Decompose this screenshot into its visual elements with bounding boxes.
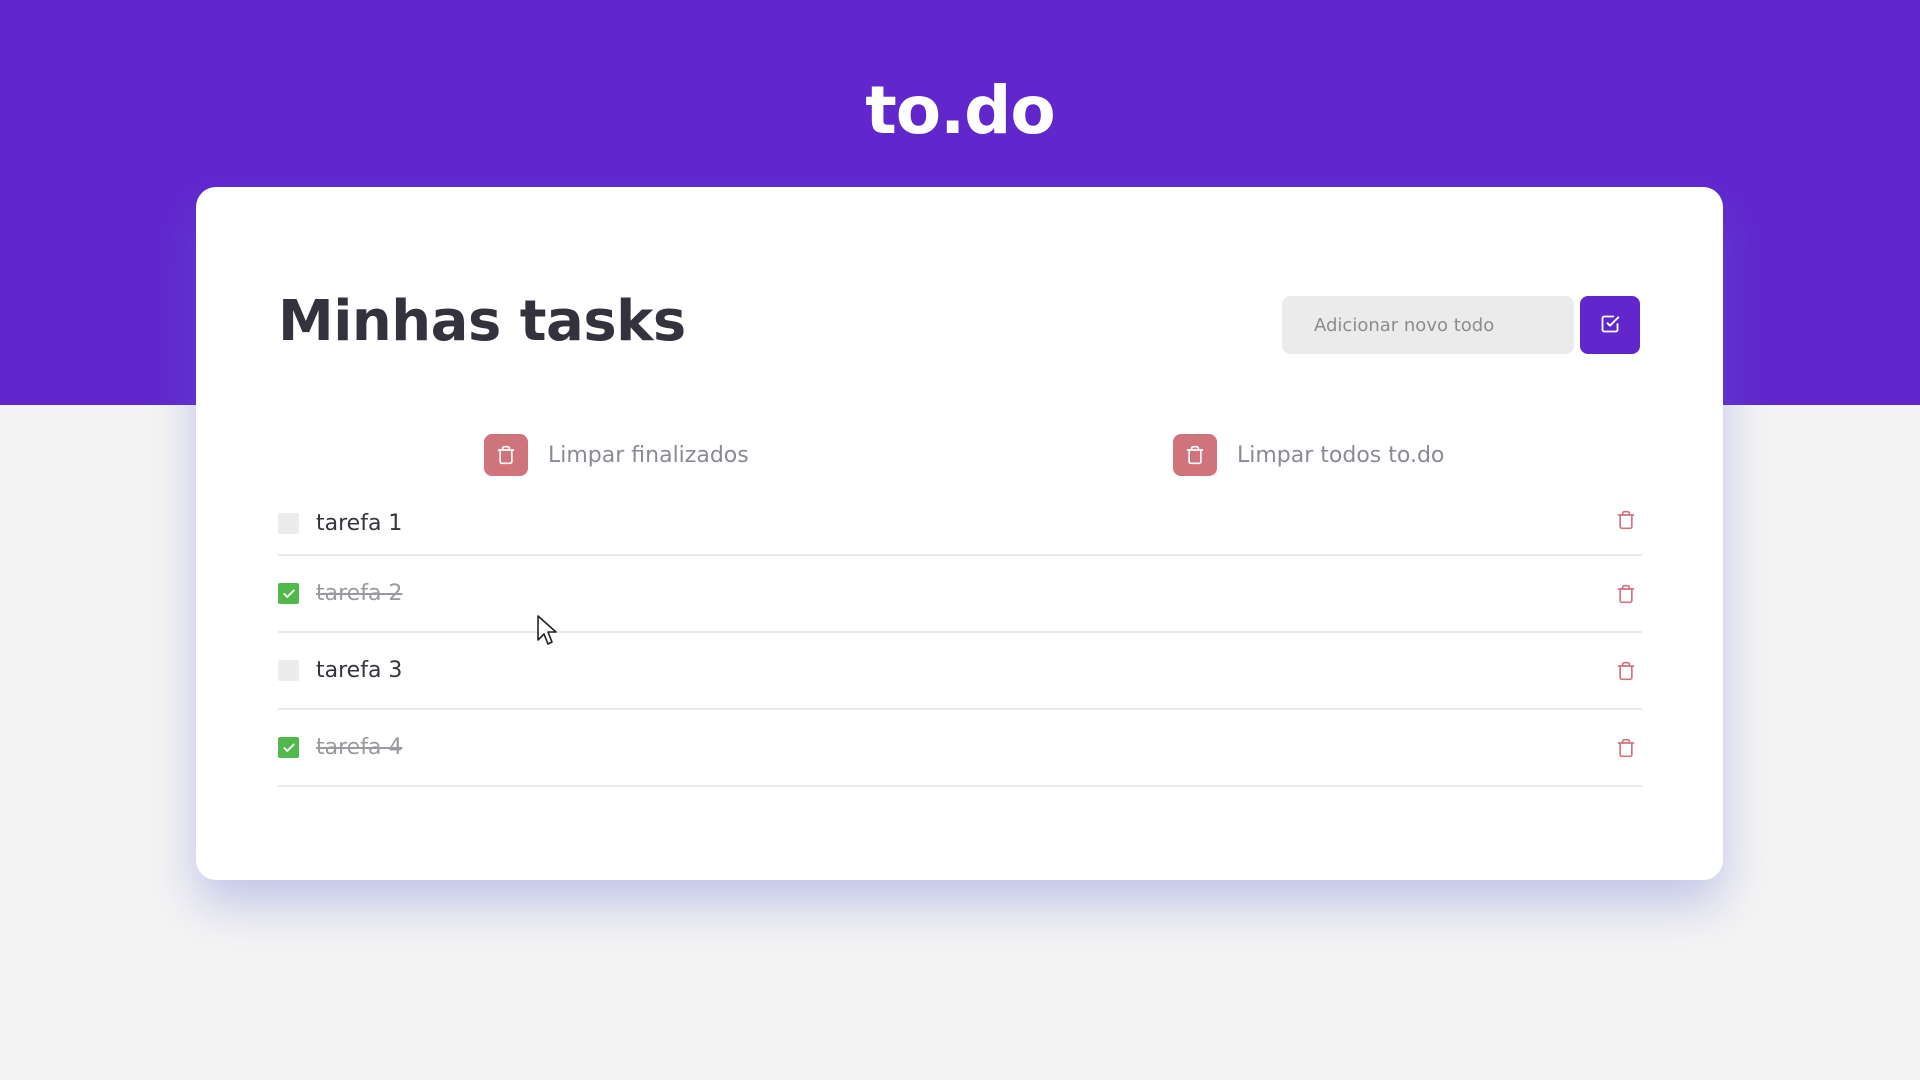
task-item: tarefa 1 <box>278 493 1642 556</box>
task-list: tarefa 1 tarefa 2 tarefa 3 tarefa 4 <box>278 493 1642 787</box>
add-todo-button[interactable] <box>1580 296 1640 354</box>
task-item: tarefa 4 <box>278 710 1642 787</box>
trash-icon <box>1617 661 1635 680</box>
mouse-cursor-icon <box>536 614 558 650</box>
clear-finished-button[interactable]: Limpar finalizados <box>484 434 749 476</box>
trash-icon <box>1617 584 1635 603</box>
app-page: to.do Minhas tasks Limpar fi <box>0 0 1920 1080</box>
page-title: Minhas tasks <box>278 289 686 354</box>
delete-task-button[interactable] <box>1614 659 1638 683</box>
clear-all-button[interactable]: Limpar todos to.do <box>1173 434 1444 476</box>
trash-icon <box>1617 510 1635 529</box>
checkbox-add-icon <box>1600 314 1620 337</box>
task-checkbox[interactable] <box>278 513 299 534</box>
task-title: tarefa 3 <box>316 658 403 683</box>
delete-task-button[interactable] <box>1614 508 1638 532</box>
delete-task-button[interactable] <box>1614 736 1638 760</box>
task-checkbox[interactable] <box>278 660 299 681</box>
task-item: tarefa 2 <box>278 556 1642 633</box>
check-icon <box>282 589 295 598</box>
task-item: tarefa 3 <box>278 633 1642 710</box>
add-todo-form <box>1282 296 1640 354</box>
check-icon <box>282 743 295 752</box>
trash-icon <box>1173 434 1217 476</box>
task-title: tarefa 4 <box>316 735 403 760</box>
task-title: tarefa 2 <box>316 581 403 606</box>
trash-icon <box>484 434 528 476</box>
clear-finished-label: Limpar finalizados <box>548 442 749 468</box>
trash-icon <box>1617 738 1635 757</box>
task-checkbox[interactable] <box>278 583 299 604</box>
tasks-card: Minhas tasks Limpar finalizados <box>196 187 1723 880</box>
delete-task-button[interactable] <box>1614 582 1638 606</box>
clear-all-label: Limpar todos to.do <box>1237 442 1445 468</box>
new-todo-input[interactable] <box>1282 296 1574 354</box>
app-logo: to.do <box>865 72 1056 149</box>
task-title: tarefa 1 <box>316 511 403 536</box>
task-checkbox[interactable] <box>278 737 299 758</box>
